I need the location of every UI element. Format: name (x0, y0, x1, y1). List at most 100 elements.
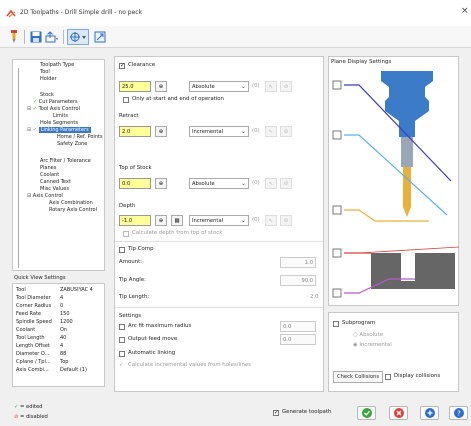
cursor-button[interactable]: ↖ (265, 81, 277, 92)
subprogram-incremental-radio[interactable]: ◉ Incremental (353, 342, 392, 348)
display-collisions-checkbox[interactable] (385, 374, 391, 380)
calc-depth-checkbox[interactable] (123, 231, 129, 237)
toolbar (0, 26, 471, 48)
tip-amount-input[interactable]: 1.0 (280, 257, 316, 268)
tree-item-coolant[interactable]: Coolant (40, 172, 59, 178)
check-icon: ✓ (14, 404, 19, 410)
tree-item-linking-parameters[interactable]: Linking Parameters (38, 127, 91, 133)
clear-button[interactable]: ⊘ (280, 215, 292, 226)
tip-angle-input[interactable]: 90.0 (280, 275, 316, 286)
auto-linking-checkbox[interactable] (119, 351, 125, 357)
top-of-stock-mode-select[interactable]: Absolute ⌄ (189, 178, 249, 189)
tree-item-canned-text[interactable]: Canned Text (40, 179, 71, 185)
qv-row: Tool Diameter 4 (16, 295, 64, 301)
tree-item-home-ref-points[interactable]: Home / Ref. Points (57, 134, 103, 140)
qv-row: Diameter O... 88 (16, 351, 67, 357)
help-icon: ? (453, 408, 464, 418)
tree-item-hole-segments[interactable]: Hole Segments (40, 120, 78, 126)
calculator-button[interactable]: ▦ (171, 215, 183, 226)
calculator-icon: ▦ (174, 217, 180, 224)
clearance-mode-select[interactable]: Absolute ⌄ (189, 81, 249, 92)
qv-row: Feed Rate 150 (16, 311, 70, 317)
check-collisions-button[interactable]: Check Collisions (333, 371, 384, 383)
cursor-icon: ↖ (268, 83, 274, 90)
depth-sub: (0) (252, 217, 260, 223)
arc-fit-checkbox[interactable] (119, 324, 125, 330)
cursor-button[interactable]: ↖ (265, 178, 277, 189)
tree-item-rotary-axis-control[interactable]: Rotary Axis Control (49, 207, 97, 213)
window-title: 2D Toolpaths - Drill Simple drill - no p… (20, 9, 143, 16)
retract-input[interactable]: 2.0 (119, 126, 151, 137)
tree-item-cut-parameters[interactable]: ✓ Cut Parameters (33, 99, 78, 105)
clear-button[interactable]: ⊘ (280, 81, 292, 92)
export-icon[interactable] (44, 29, 60, 45)
generate-toolpath-checkbox[interactable] (273, 409, 279, 416)
tree-item-planes[interactable]: Planes (40, 165, 56, 171)
tip-comp-checkbox[interactable] (119, 247, 125, 253)
help-button[interactable]: ? (449, 406, 468, 420)
top-of-stock-input[interactable]: 0.0 (119, 178, 151, 189)
subprogram-checkbox[interactable] (333, 321, 339, 327)
retract-mode-select[interactable]: Incremental ⌄ (189, 126, 249, 137)
depth-input[interactable]: -1.0 (119, 215, 151, 226)
save-icon[interactable] (28, 29, 44, 45)
disabled-icon: ⊘ (283, 217, 289, 224)
toolpath-app-icon (6, 9, 16, 18)
display-collisions-label: Display collisions (394, 373, 441, 379)
cancel-button[interactable] (389, 406, 408, 420)
tree-item-holder[interactable]: Holder (40, 76, 57, 82)
clear-button[interactable]: ⊘ (280, 178, 292, 189)
svg-text:?: ? (457, 410, 461, 418)
clearance-sub: (0) (252, 83, 260, 89)
tree-item-linking-parameters-group[interactable]: ⊟ ✓ Linking Parameters (27, 127, 91, 133)
crosshair-icon: ⊕ (158, 83, 164, 90)
output-feed-label: Output feed move (128, 336, 178, 342)
clear-button[interactable]: ⊘ (280, 126, 292, 137)
tree-item-tool[interactable]: Tool (40, 69, 50, 75)
tree-item-safety-zone[interactable]: Safety Zone (57, 141, 87, 147)
qv-row: Coolant On (16, 327, 68, 333)
tip-length-value: 2.0 (310, 294, 319, 300)
tree-item-misc-values[interactable]: Misc Values (40, 186, 69, 192)
select-point-button[interactable]: ⊕ (155, 81, 167, 92)
arc-fit-input[interactable]: 0.0 (280, 321, 316, 332)
select-point-button[interactable]: ⊕ (155, 178, 167, 189)
tip-comp-label: Tip Comp (128, 246, 154, 252)
plane-options-button[interactable] (67, 29, 89, 45)
cursor-button[interactable]: ↖ (265, 126, 277, 137)
top-of-stock-label: Top of Stock (119, 165, 152, 171)
tree-item-axis-control[interactable]: ⊟ Axis Control (27, 193, 63, 199)
clearance-input[interactable]: 25.0 (119, 81, 151, 92)
legend-disabled: ⊘ = disabled (14, 414, 48, 420)
tool-icon[interactable] (6, 29, 22, 45)
tree-item-axis-combination[interactable]: Axis Combination (49, 200, 93, 206)
tree-item-limits[interactable]: Limits (53, 113, 68, 119)
clearance-checkbox[interactable] (119, 62, 125, 69)
chevron-down-icon: ⌄ (240, 217, 246, 224)
crosshair-icon: ⊕ (158, 128, 164, 135)
output-feed-checkbox[interactable] (119, 337, 125, 343)
settings-label: Settings (119, 313, 142, 319)
cancel-icon (393, 408, 404, 418)
tree-item-arc-filter[interactable]: Arc Filter / Tolerance (40, 158, 91, 164)
cursor-button[interactable]: ↖ (265, 215, 277, 226)
depth-mode-select[interactable]: Incremental ⌄ (189, 215, 249, 226)
qv-row: Tool ZABUSIYAC 4 (16, 287, 93, 293)
disabled-icon: ⊘ (283, 128, 289, 135)
cursor-icon: ↖ (268, 128, 274, 135)
calc-incremental-check[interactable]: ✓ (119, 362, 124, 368)
output-feed-input[interactable]: 0.0 (280, 334, 316, 345)
only-start-end-checkbox[interactable] (123, 97, 129, 103)
select-point-button[interactable]: ⊕ (155, 126, 167, 137)
quick-view-panel: Tool ZABUSIYAC 4 Tool Diameter 4 Corner Ra… (12, 283, 105, 387)
apply-button[interactable] (420, 406, 439, 420)
tree-item-tool-axis-control[interactable]: ⊟ ✓ Tool Axis Control (27, 106, 80, 112)
tree-item-stock[interactable]: Stock (40, 92, 54, 98)
qv-row: Cplane / Tpl... Top (16, 359, 69, 365)
subprogram-absolute-radio[interactable]: ○ Absolute (353, 332, 383, 338)
ok-button[interactable] (357, 406, 376, 420)
view-icon[interactable] (92, 29, 108, 45)
select-point-button[interactable]: ⊕ (155, 215, 167, 226)
close-icon[interactable]: × (461, 6, 469, 16)
tree-item-toolpath-type[interactable]: Toolpath Type (40, 62, 74, 68)
